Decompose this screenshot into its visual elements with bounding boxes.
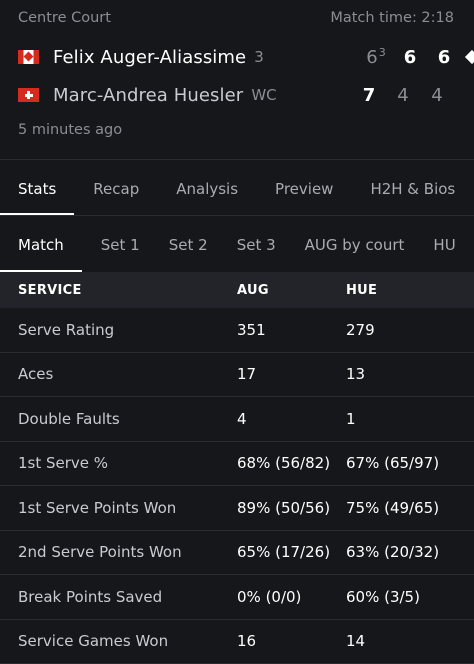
tab-stats[interactable]: Stats xyxy=(0,160,75,215)
player-name: Marc-Andrea Huesler xyxy=(53,84,244,106)
match-time: Match time: 2:18 xyxy=(330,10,454,26)
stats-table-header: SERVICE AUG HUE xyxy=(0,272,474,308)
stat-value-aug: 89% (50/56) xyxy=(237,498,331,517)
set-score: 6 xyxy=(437,46,451,68)
stat-value-aug: 4 xyxy=(237,409,247,428)
switzerland-flag-icon xyxy=(18,88,39,102)
tiebreak-score: 3 xyxy=(378,46,386,59)
main-tab-bar: Stats Recap Analysis Preview H2H & Bios xyxy=(0,160,474,216)
stat-value-hue: 60% (3/5) xyxy=(346,587,420,606)
stat-label: 2nd Serve Points Won xyxy=(18,543,182,562)
stat-value-aug: 65% (17/26) xyxy=(237,543,331,562)
stat-label: 1st Serve % xyxy=(18,454,109,473)
stat-value-aug: 16 xyxy=(237,632,257,651)
set-scores: 63 6 6 xyxy=(359,42,474,72)
match-info-bar: Centre Court Match time: 2:18 xyxy=(18,10,454,26)
player-row-huesler: Marc-Andrea Huesler WC 7 4 4 xyxy=(18,80,474,110)
stats-table: Serve Rating 351 279 Aces 17 13 Double F… xyxy=(0,308,474,664)
court-name: Centre Court xyxy=(18,10,111,26)
set-score: 63 xyxy=(366,46,386,68)
set-score: 4 xyxy=(397,84,409,106)
player-row-auger-aliassime: Felix Auger-Aliassime 3 63 6 6 xyxy=(18,42,474,72)
table-row: 1st Serve Points Won 89% (50/56) 75% (49… xyxy=(0,486,474,531)
stat-value-hue: 13 xyxy=(346,365,366,384)
table-row: Break Points Saved 0% (0/0) 60% (3/5) xyxy=(0,575,474,620)
stat-value-aug: 0% (0/0) xyxy=(237,587,302,606)
set-score: 7 xyxy=(362,84,376,106)
player-seed: 3 xyxy=(254,48,264,66)
table-row: Double Faults 4 1 xyxy=(0,397,474,442)
table-row: Aces 17 13 xyxy=(0,353,474,397)
stat-value-hue: 67% (65/97) xyxy=(346,454,440,473)
tab-recap[interactable]: Recap xyxy=(93,160,139,215)
set-scores: 7 4 4 xyxy=(352,80,454,110)
column-header-hue: HUE xyxy=(346,282,378,298)
stat-label: 1st Serve Points Won xyxy=(18,498,177,517)
set-score: 6 xyxy=(403,46,417,68)
stat-label: Break Points Saved xyxy=(18,587,163,606)
subtab-set-2[interactable]: Set 2 xyxy=(169,216,208,272)
column-header-aug: AUG xyxy=(237,282,269,298)
stat-value-hue: 75% (49/65) xyxy=(346,498,440,517)
sub-tab-bar: Match Set 1 Set 2 Set 3 AUG by court HU xyxy=(0,216,474,272)
section-title: SERVICE xyxy=(18,282,82,298)
match-header[interactable]: Centre Court Match time: 2:18 Felix Auge… xyxy=(0,0,474,160)
stat-label: Service Games Won xyxy=(18,632,169,651)
table-row: 2nd Serve Points Won 65% (17/26) 63% (20… xyxy=(0,531,474,575)
tab-h2h-bios[interactable]: H2H & Bios xyxy=(370,160,455,215)
subtab-aug-by-court[interactable]: AUG by court xyxy=(305,216,405,272)
stat-value-hue: 14 xyxy=(346,632,366,651)
stat-label: Aces xyxy=(18,365,54,384)
player-seed: WC xyxy=(251,86,277,104)
tab-preview[interactable]: Preview xyxy=(275,160,333,215)
table-row: Serve Rating 351 279 xyxy=(0,308,474,353)
subtab-hue-by-court[interactable]: HU xyxy=(433,216,455,272)
last-updated: 5 minutes ago xyxy=(18,122,123,138)
stat-value-aug: 68% (56/82) xyxy=(237,454,331,473)
stat-label: Serve Rating xyxy=(18,320,115,339)
stat-value-aug: 351 xyxy=(237,320,266,339)
set-score: 4 xyxy=(431,84,443,106)
stat-value-aug: 17 xyxy=(237,365,257,384)
subtab-set-1[interactable]: Set 1 xyxy=(101,216,140,272)
stat-value-hue: 63% (20/32) xyxy=(346,543,440,562)
player-name: Felix Auger-Aliassime xyxy=(53,46,247,68)
stat-value-hue: 1 xyxy=(346,409,356,428)
table-row: Service Games Won 16 14 xyxy=(0,620,474,664)
tab-analysis[interactable]: Analysis xyxy=(176,160,238,215)
serving-indicator-icon xyxy=(464,49,474,65)
subtab-match[interactable]: Match xyxy=(0,216,82,272)
table-row: 1st Serve % 68% (56/82) 67% (65/97) xyxy=(0,442,474,486)
subtab-set-3[interactable]: Set 3 xyxy=(237,216,276,272)
stat-value-hue: 279 xyxy=(346,320,375,339)
canada-flag-icon xyxy=(18,50,39,64)
stat-label: Double Faults xyxy=(18,409,120,428)
